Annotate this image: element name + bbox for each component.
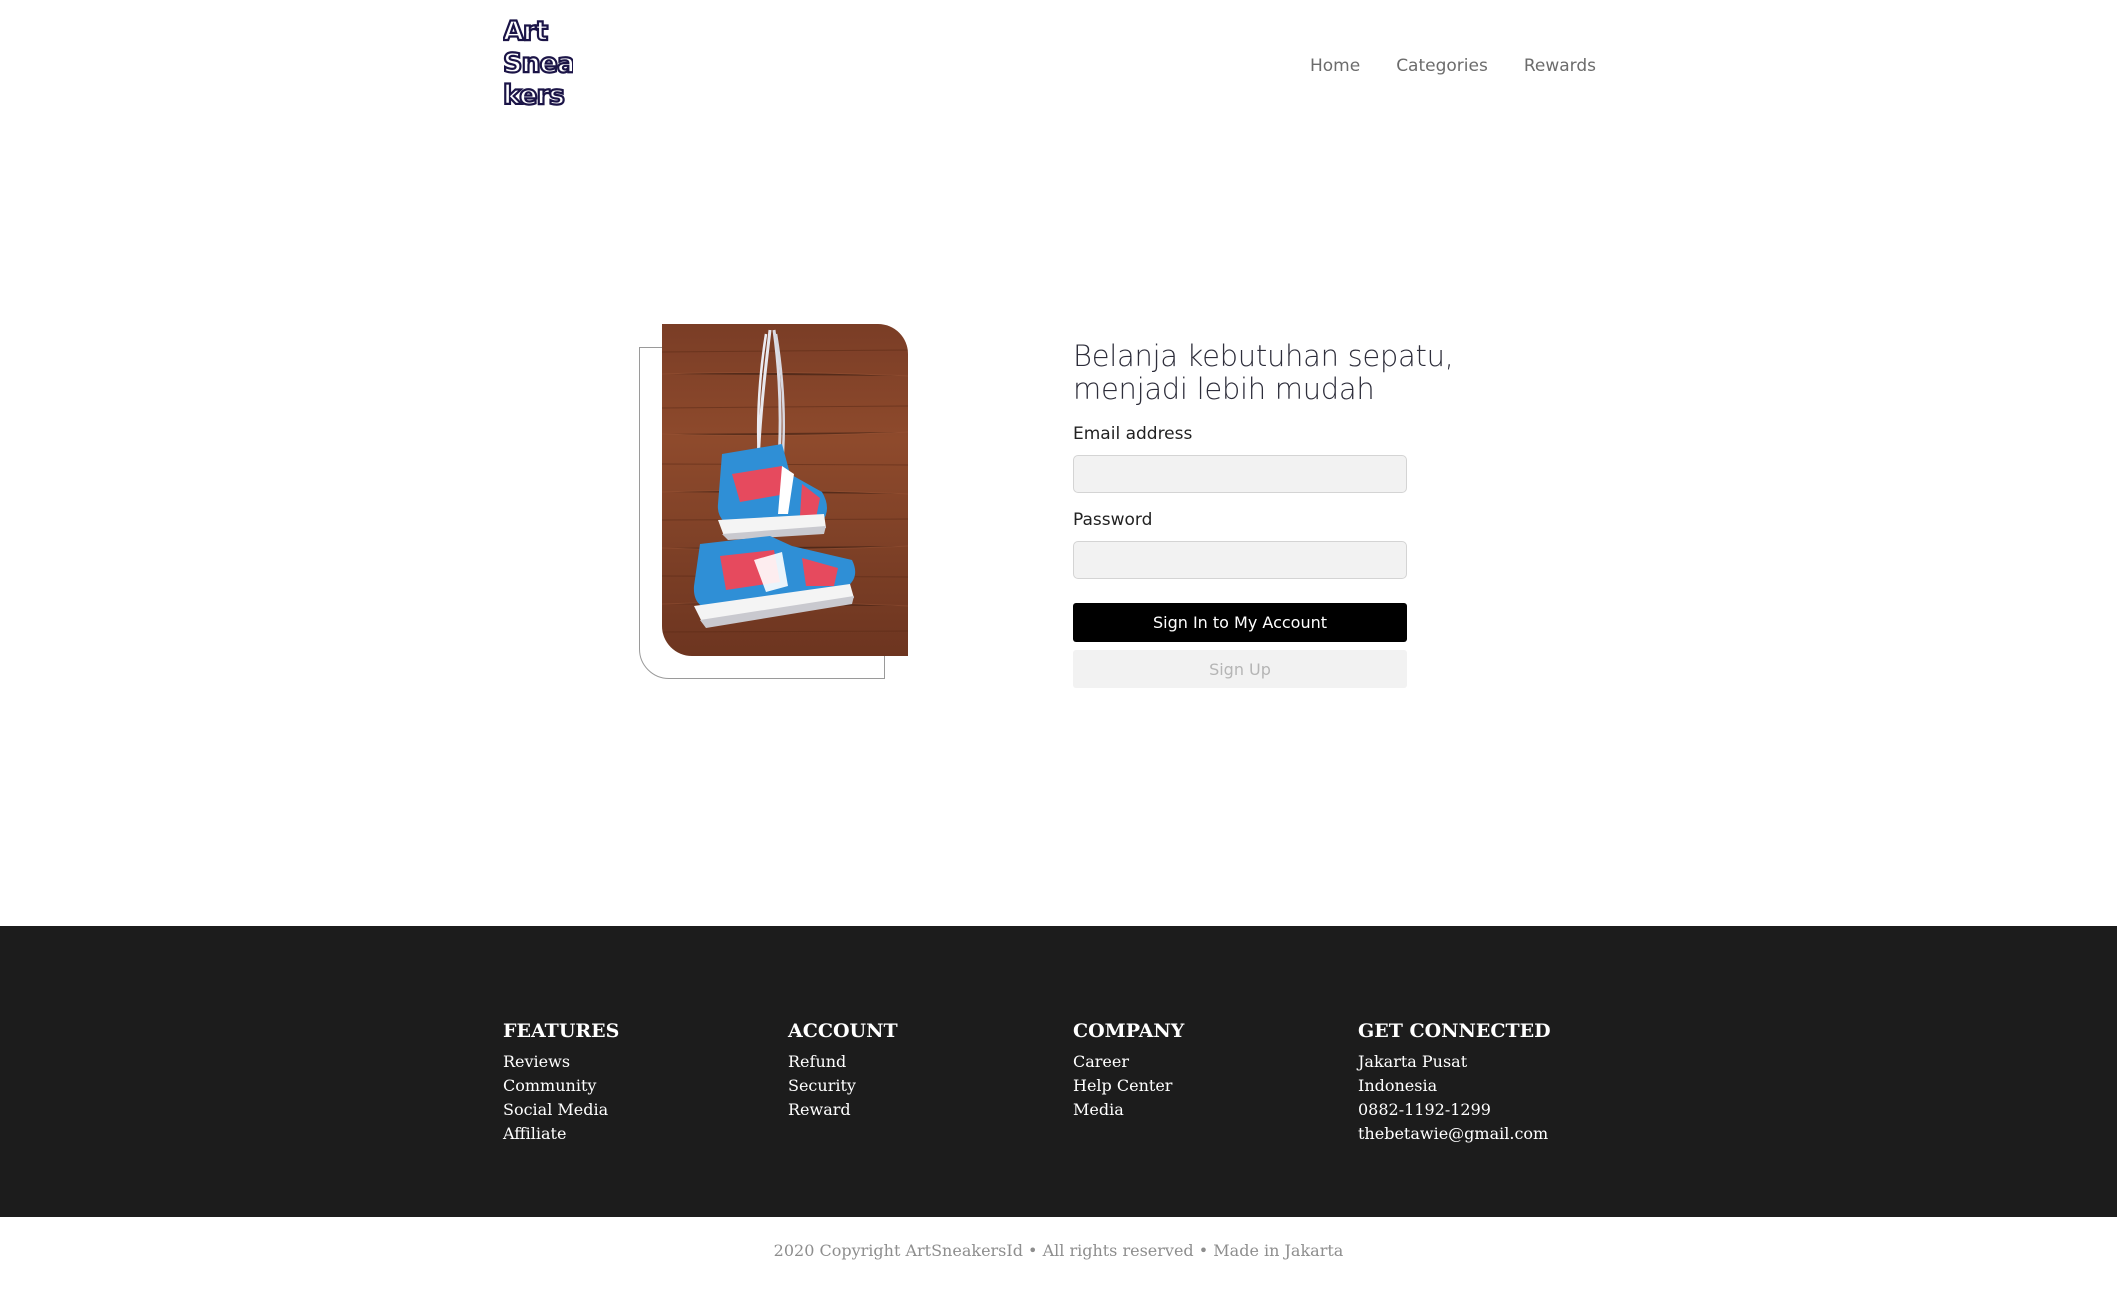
footer-link[interactable]: Refund	[788, 1050, 898, 1074]
logo-line-3: kers	[503, 79, 566, 112]
footer-column-title: FEATURES	[503, 1020, 620, 1042]
sneakers-image	[662, 324, 908, 656]
footer-column-title: ACCOUNT	[788, 1020, 898, 1042]
footer-link[interactable]: Security	[788, 1074, 898, 1098]
footer-link[interactable]: Social Media	[503, 1098, 619, 1122]
hero-heading: Belanja kebutuhan sepatu, menjadi lebih …	[1073, 340, 1493, 406]
hero-heading-line-1: Belanja kebutuhan sepatu,	[1073, 339, 1454, 373]
sign-up-button[interactable]: Sign Up	[1073, 650, 1407, 688]
logo-line-2: Snea	[503, 47, 573, 80]
site-footer: FEATURES Reviews Community Social Media …	[0, 926, 2117, 1217]
brand-logo[interactable]: Art Snea kers	[503, 16, 573, 116]
footer-link[interactable]: Reviews	[503, 1050, 619, 1074]
hanging-sneakers-photo	[662, 329, 908, 633]
main-nav: Home Categories Rewards	[1310, 56, 1596, 76]
footer-column-title: COMPANY	[1073, 1020, 1185, 1042]
footer-column-features: FEATURES Reviews Community Social Media …	[503, 1020, 619, 1146]
footer-column-title: GET CONNECTED	[1358, 1020, 1551, 1042]
footer-column-account: ACCOUNT Refund Security Reward	[788, 1020, 898, 1122]
footer-link[interactable]: Career	[1073, 1050, 1184, 1074]
email-field[interactable]	[1073, 455, 1407, 493]
nav-rewards[interactable]: Rewards	[1524, 56, 1596, 76]
password-label: Password	[1073, 510, 1153, 530]
contact-email[interactable]: thebetawie@gmail.com	[1358, 1122, 1551, 1146]
footer-link[interactable]: Media	[1073, 1098, 1184, 1122]
contact-country: Indonesia	[1358, 1076, 1438, 1095]
footer-link[interactable]: Help Center	[1073, 1074, 1184, 1098]
password-field[interactable]	[1073, 541, 1407, 579]
contact-phone: 0882-1192-1299	[1358, 1100, 1491, 1119]
nav-home[interactable]: Home	[1310, 56, 1360, 76]
logo-line-1: Art	[503, 16, 549, 48]
footer-column-company: COMPANY Career Help Center Media	[1073, 1020, 1184, 1122]
site-header: Art Snea kers Home Categories Rewards	[0, 0, 2117, 130]
footer-link[interactable]: Community	[503, 1074, 619, 1098]
contact-city: Jakarta Pusat	[1358, 1052, 1468, 1071]
copyright-text: 2020 Copyright ArtSneakersId • All right…	[773, 1241, 1344, 1260]
footer-column-get-connected: GET CONNECTED Jakarta Pusat Indonesia 08…	[1358, 1020, 1551, 1146]
email-label: Email address	[1073, 424, 1193, 444]
sign-in-button[interactable]: Sign In to My Account	[1073, 603, 1407, 642]
hero-heading-line-2: menjadi lebih mudah	[1073, 372, 1375, 406]
footer-link[interactable]: Affiliate	[503, 1122, 619, 1146]
nav-categories[interactable]: Categories	[1396, 56, 1488, 76]
footer-link[interactable]: Reward	[788, 1098, 898, 1122]
